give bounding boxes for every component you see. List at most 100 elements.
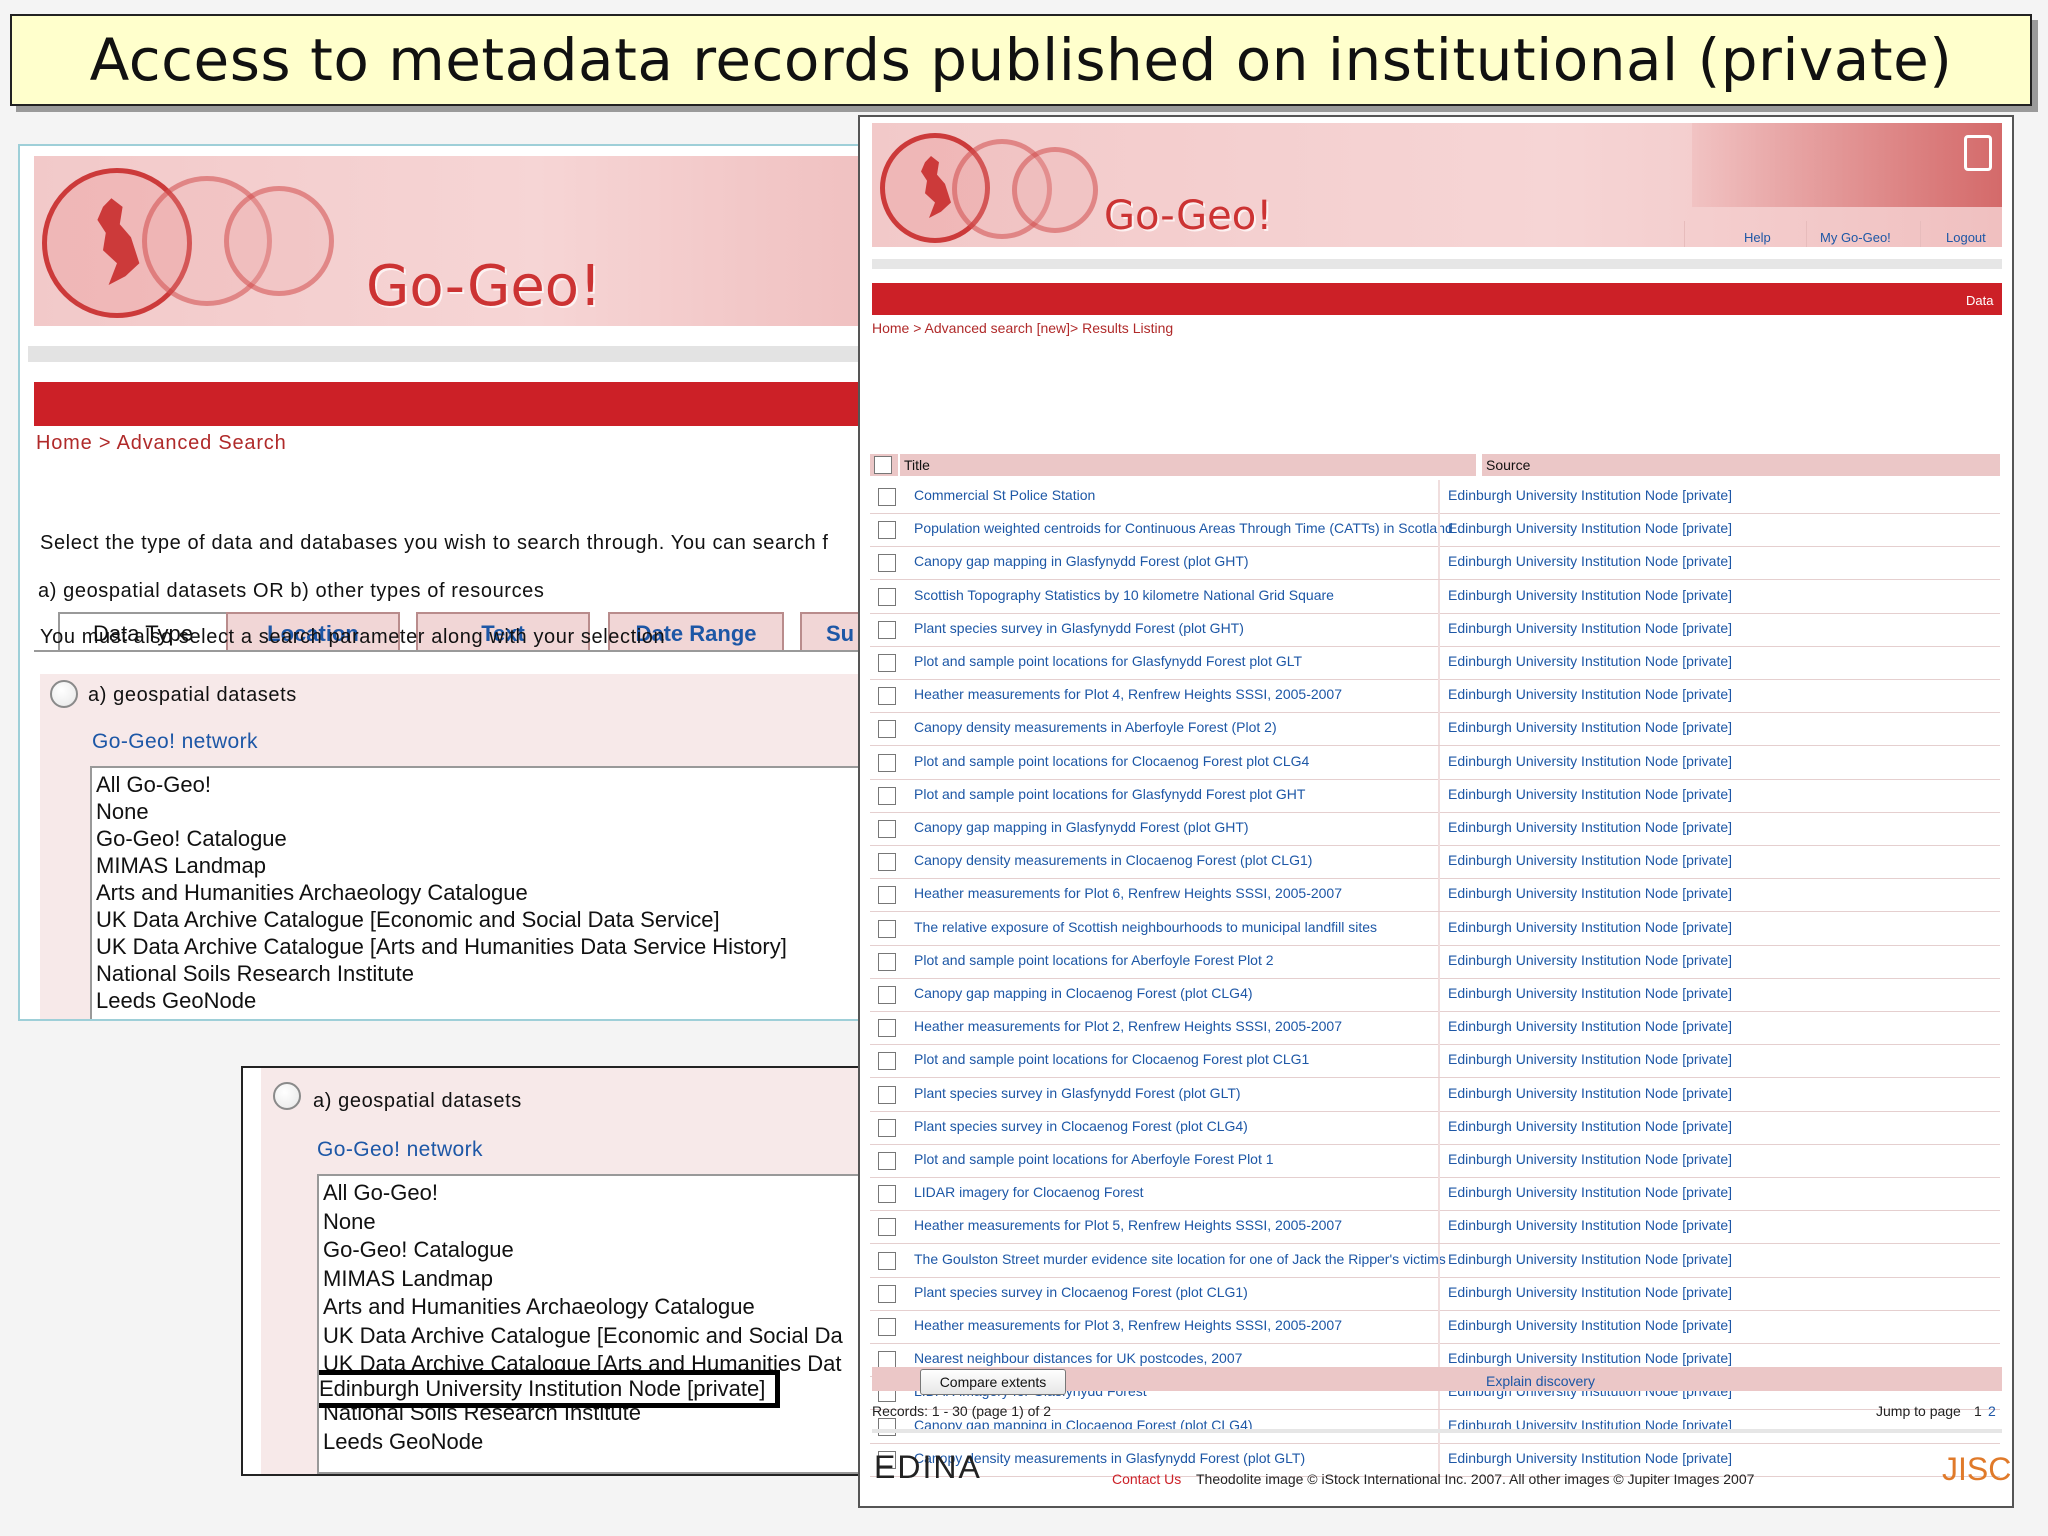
record-title-link[interactable]: Plot and sample point locations for Cloc… <box>914 753 1309 769</box>
record-source-link[interactable]: Edinburgh University Institution Node [p… <box>1448 587 1732 603</box>
list-item[interactable]: None <box>96 798 870 825</box>
record-source-link[interactable]: Edinburgh University Institution Node [p… <box>1448 1350 1732 1366</box>
row-checkbox[interactable] <box>878 1118 896 1137</box>
record-title-link[interactable]: The Goulston Street murder evidence site… <box>914 1251 1446 1267</box>
row-checkbox[interactable] <box>878 1218 896 1237</box>
list-item[interactable]: Arts and Humanities Archaeology Catalogu… <box>96 879 870 906</box>
network-listbox[interactable]: All Go-Geo! None Go-Geo! Catalogue MIMAS… <box>90 766 870 1019</box>
row-checkbox[interactable] <box>878 786 896 805</box>
record-source-link[interactable]: Edinburgh University Institution Node [p… <box>1448 919 1732 935</box>
explain-discovery-link[interactable]: Explain discovery <box>1486 1373 1595 1389</box>
record-title-link[interactable]: The relative exposure of Scottish neighb… <box>914 919 1377 935</box>
record-title-link[interactable]: Plant species survey in Glasfynydd Fores… <box>914 1085 1241 1101</box>
list-item[interactable]: Leeds GeoNode <box>96 987 870 1014</box>
record-source-link[interactable]: Edinburgh University Institution Node [p… <box>1448 1018 1732 1034</box>
row-checkbox[interactable] <box>878 488 896 506</box>
record-title-link[interactable]: Heather measurements for Plot 5, Renfrew… <box>914 1217 1342 1233</box>
record-title-link[interactable]: Plant species survey in Clocaenog Forest… <box>914 1118 1248 1134</box>
row-checkbox[interactable] <box>878 1284 896 1303</box>
row-checkbox[interactable] <box>878 1019 896 1038</box>
record-title-link[interactable]: Canopy density measurements in Aberfoyle… <box>914 719 1277 735</box>
record-title-link[interactable]: Commercial St Police Station <box>914 487 1095 503</box>
geospatial-radio[interactable] <box>50 680 78 708</box>
record-title-link[interactable]: Heather measurements for Plot 2, Renfrew… <box>914 1018 1342 1034</box>
record-source-link[interactable]: Edinburgh University Institution Node [p… <box>1448 653 1732 669</box>
record-title-link[interactable]: Nearest neighbour distances for UK postc… <box>914 1350 1242 1366</box>
page-link-1[interactable]: 1 <box>1974 1403 1982 1419</box>
row-checkbox[interactable] <box>878 1251 896 1270</box>
row-checkbox[interactable] <box>878 620 896 639</box>
record-source-link[interactable]: Edinburgh University Institution Node [p… <box>1448 1051 1732 1067</box>
row-checkbox[interactable] <box>878 1185 896 1204</box>
row-checkbox[interactable] <box>878 687 896 706</box>
record-title-link[interactable]: LIDAR imagery for Clocaenog Forest <box>914 1184 1144 1200</box>
my-go-geo-link[interactable]: My Go-Geo! <box>1820 230 1891 245</box>
list-item[interactable]: UK Data Archive Catalogue [Economic and … <box>323 1322 869 1351</box>
list-item[interactable]: UK Data Archive Catalogue [Arts and Huma… <box>96 933 870 960</box>
record-title-link[interactable]: Heather measurements for Plot 6, Renfrew… <box>914 885 1342 901</box>
column-header-title[interactable]: Title <box>900 454 1476 476</box>
record-source-link[interactable]: Edinburgh University Institution Node [p… <box>1448 753 1732 769</box>
page-link-2[interactable]: 2 <box>1988 1403 1996 1419</box>
row-checkbox[interactable] <box>878 753 896 772</box>
list-item[interactable]: National Soils Research Institute <box>96 960 870 987</box>
record-source-link[interactable]: Edinburgh University Institution Node [p… <box>1448 1251 1732 1267</box>
record-title-link[interactable]: Plot and sample point locations for Cloc… <box>914 1051 1309 1067</box>
record-source-link[interactable]: Edinburgh University Institution Node [p… <box>1448 487 1732 503</box>
row-checkbox[interactable] <box>878 919 896 938</box>
breadcrumb[interactable]: Home > Advanced Search <box>36 432 287 455</box>
record-title-link[interactable]: Canopy gap mapping in Glasfynydd Forest … <box>914 819 1249 835</box>
breadcrumb[interactable]: Home > Advanced search [new]> Results Li… <box>872 320 1173 336</box>
private-node-item[interactable]: Edinburgh University Institution Node [p… <box>319 1369 781 1408</box>
record-title-link[interactable]: Heather measurements for Plot 4, Renfrew… <box>914 686 1342 702</box>
row-checkbox[interactable] <box>878 1152 896 1170</box>
list-item[interactable]: National Soils Research Institute <box>323 1399 869 1428</box>
network-listbox[interactable]: All Go-Geo! None Go-Geo! Catalogue MIMAS… <box>317 1174 869 1474</box>
row-checkbox[interactable] <box>878 720 896 739</box>
help-link[interactable]: Help <box>1744 230 1771 245</box>
logout-link[interactable]: Logout <box>1946 230 1986 245</box>
row-checkbox[interactable] <box>878 654 896 672</box>
record-source-link[interactable]: Edinburgh University Institution Node [p… <box>1448 1217 1732 1233</box>
record-title-link[interactable]: Plant species survey in Clocaenog Forest… <box>914 1284 1248 1300</box>
record-source-link[interactable]: Edinburgh University Institution Node [p… <box>1448 1317 1732 1333</box>
record-source-link[interactable]: Edinburgh University Institution Node [p… <box>1448 952 1732 968</box>
row-checkbox[interactable] <box>878 554 896 573</box>
record-source-link[interactable]: Edinburgh University Institution Node [p… <box>1448 719 1732 735</box>
row-checkbox[interactable] <box>878 886 896 905</box>
row-checkbox[interactable] <box>878 521 896 540</box>
row-checkbox[interactable] <box>878 853 896 872</box>
row-checkbox[interactable] <box>878 820 896 838</box>
list-item[interactable]: Go-Geo! Catalogue <box>96 825 870 852</box>
contact-us-link[interactable]: Contact Us <box>1112 1471 1181 1487</box>
record-source-link[interactable]: Edinburgh University Institution Node [p… <box>1448 686 1732 702</box>
record-source-link[interactable]: Edinburgh University Institution Node [p… <box>1448 1450 1732 1466</box>
column-header-source[interactable]: Source <box>1482 454 2000 476</box>
record-title-link[interactable]: Canopy gap mapping in Glasfynydd Forest … <box>914 553 1249 569</box>
record-source-link[interactable]: Edinburgh University Institution Node [p… <box>1448 1284 1732 1300</box>
list-item[interactable]: None <box>323 1208 869 1237</box>
row-checkbox[interactable] <box>878 587 896 606</box>
row-checkbox[interactable] <box>878 1085 896 1104</box>
row-checkbox[interactable] <box>878 986 896 1004</box>
record-source-link[interactable]: Edinburgh University Institution Node [p… <box>1448 885 1732 901</box>
record-title-link[interactable]: Plot and sample point locations for Aber… <box>914 1151 1274 1167</box>
record-title-link[interactable]: Canopy gap mapping in Clocaenog Forest (… <box>914 985 1253 1001</box>
record-title-link[interactable]: Heather measurements for Plot 3, Renfrew… <box>914 1317 1342 1333</box>
record-source-link[interactable]: Edinburgh University Institution Node [p… <box>1448 1151 1732 1167</box>
compare-extents-button[interactable]: Compare extents <box>920 1369 1066 1395</box>
record-source-link[interactable]: Edinburgh University Institution Node [p… <box>1448 1085 1732 1101</box>
list-item[interactable]: All Go-Geo! <box>96 771 870 798</box>
record-title-link[interactable]: Plant species survey in Glasfynydd Fores… <box>914 620 1244 636</box>
record-title-link[interactable]: Scottish Topography Statistics by 10 kil… <box>914 587 1334 603</box>
list-item[interactable]: All Go-Geo! <box>323 1179 869 1208</box>
list-item[interactable]: MIMAS Landmap <box>323 1265 869 1294</box>
list-item[interactable]: MIMAS Landmap <box>96 852 870 879</box>
record-source-link[interactable]: Edinburgh University Institution Node [p… <box>1448 985 1732 1001</box>
record-title-link[interactable]: Plot and sample point locations for Aber… <box>914 952 1274 968</box>
record-source-link[interactable]: Edinburgh University Institution Node [p… <box>1448 1184 1732 1200</box>
record-source-link[interactable]: Edinburgh University Institution Node [p… <box>1448 520 1732 536</box>
record-source-link[interactable]: Edinburgh University Institution Node [p… <box>1448 786 1732 802</box>
list-item[interactable]: Arts and Humanities Archaeology Catalogu… <box>323 1293 869 1322</box>
record-source-link[interactable]: Edinburgh University Institution Node [p… <box>1448 553 1732 569</box>
